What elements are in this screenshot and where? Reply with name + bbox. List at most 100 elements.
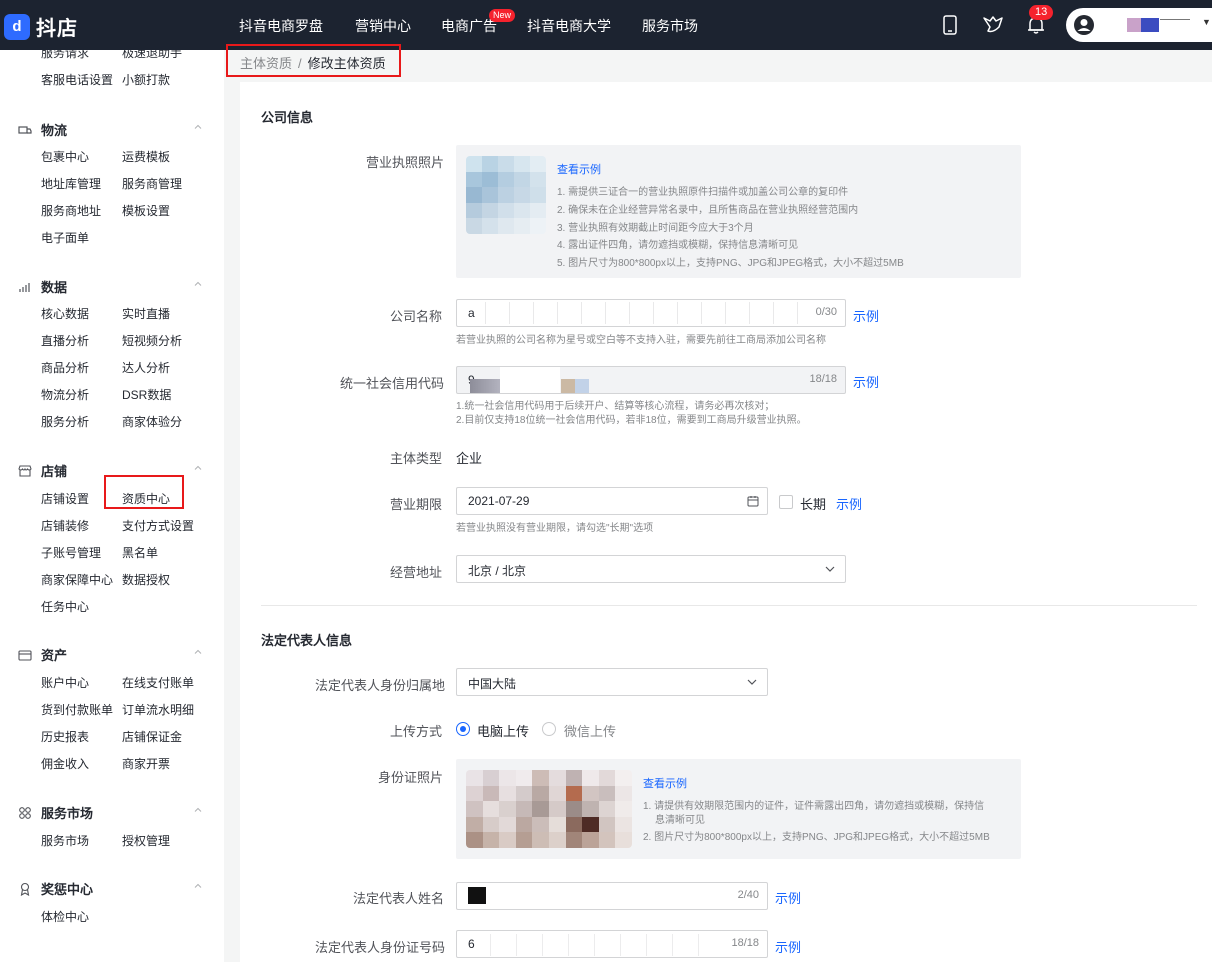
- long-term-checkbox[interactable]: [779, 495, 793, 509]
- chevron-up-icon[interactable]: [193, 647, 203, 657]
- sidebar-group-reward[interactable]: 奖惩中心: [18, 879, 93, 898]
- sidebar-group-shop[interactable]: 店铺: [18, 461, 67, 480]
- chevron-up-icon[interactable]: [193, 122, 203, 132]
- sidebar-item[interactable]: 运费模板: [122, 148, 170, 165]
- username-blur: [1127, 18, 1141, 32]
- address-select[interactable]: 北京 / 北京: [456, 555, 846, 583]
- sidebar-item[interactable]: 商家体验分: [122, 413, 182, 430]
- sidebar-group-assets[interactable]: 资产: [18, 645, 67, 664]
- nav-compass[interactable]: 抖音电商罗盘: [239, 16, 323, 36]
- sidebar-item[interactable]: 黑名单: [122, 544, 158, 561]
- sidebar-item[interactable]: 体检中心: [41, 908, 89, 925]
- chevron-up-icon[interactable]: [193, 279, 203, 289]
- sidebar-item[interactable]: 模板设置: [122, 202, 170, 219]
- sidebar-group-data[interactable]: 数据: [18, 277, 67, 296]
- nav-ads[interactable]: 电商广告: [441, 16, 497, 36]
- nav-service-market[interactable]: 服务市场: [642, 16, 698, 36]
- sidebar-item[interactable]: 服务市场: [41, 832, 89, 849]
- sidebar-item[interactable]: 历史报表: [41, 728, 89, 745]
- bird-icon[interactable]: [981, 13, 1005, 37]
- id-number-example-link[interactable]: 示例: [775, 937, 801, 956]
- calendar-icon[interactable]: [747, 495, 759, 507]
- legal-name-input[interactable]: 2/40: [456, 882, 768, 910]
- sidebar-item[interactable]: 服务分析: [41, 413, 89, 430]
- wallet-icon: [18, 648, 32, 662]
- sidebar-item[interactable]: 包裹中心: [41, 148, 89, 165]
- credit-code-hint: 1.统一社会信用代码用于后续开户、结算等核心流程，请务必再次核对；: [456, 401, 775, 412]
- sidebar-item[interactable]: 短视频分析: [122, 332, 182, 349]
- sidebar-item[interactable]: 电子面单: [41, 229, 89, 246]
- upload-wechat-radio[interactable]: [542, 722, 556, 736]
- sidebar-item[interactable]: 物流分析: [41, 386, 89, 403]
- address-label: 经营地址: [390, 565, 443, 580]
- avatar-icon[interactable]: [1073, 14, 1095, 36]
- sidebar-group-logistics[interactable]: 物流: [18, 120, 67, 139]
- chevron-up-icon[interactable]: [193, 805, 203, 815]
- sidebar-item[interactable]: 商品分析: [41, 359, 89, 376]
- sidebar-item[interactable]: 在线支付账单: [122, 674, 194, 691]
- upload-pc-radio[interactable]: [456, 722, 470, 736]
- license-example-link[interactable]: 查看示例: [557, 161, 601, 177]
- sidebar-item[interactable]: 地址库管理: [41, 175, 101, 192]
- sidebar-item[interactable]: 核心数据: [41, 305, 89, 322]
- business-period-example-link[interactable]: 示例: [836, 494, 862, 513]
- sidebar-item[interactable]: 达人分析: [122, 359, 170, 376]
- section-title-legal: 法定代表人信息: [261, 633, 353, 648]
- id-photo-thumbnail[interactable]: [466, 770, 632, 848]
- sidebar-item[interactable]: 商家保障中心: [41, 571, 113, 588]
- id-photo-label: 身份证照片: [378, 770, 444, 785]
- redacted-text: [475, 302, 805, 324]
- sidebar-item[interactable]: 订单流水明细: [122, 701, 194, 718]
- sidebar-item[interactable]: 服务请求: [41, 50, 89, 61]
- long-term-label[interactable]: 长期: [800, 494, 826, 513]
- nav-marketing[interactable]: 营销中心: [355, 16, 411, 36]
- sidebar-item[interactable]: 货到付款账单: [41, 701, 113, 718]
- sidebar-item[interactable]: 店铺设置: [41, 490, 89, 507]
- license-hint: 3. 营业执照有效期截止时间距今应大于3个月: [557, 223, 754, 234]
- upload-wechat-label[interactable]: 微信上传: [564, 721, 616, 740]
- nav-university[interactable]: 抖音电商大学: [527, 16, 611, 36]
- chevron-down-icon: [825, 566, 835, 572]
- sidebar-item[interactable]: 账户中心: [41, 674, 89, 691]
- sidebar-item[interactable]: 子账号管理: [41, 544, 101, 561]
- sidebar-item[interactable]: 实时直播: [122, 305, 170, 322]
- sidebar-item[interactable]: 客服电话设置: [41, 71, 113, 88]
- region-select[interactable]: 中国大陆: [456, 668, 768, 696]
- sidebar-item[interactable]: 店铺装修: [41, 517, 89, 534]
- sidebar-item[interactable]: 直播分析: [41, 332, 89, 349]
- redacted-text: [468, 887, 486, 904]
- sidebar-item[interactable]: 商家开票: [122, 755, 170, 772]
- caret-down-icon[interactable]: ▼: [1202, 17, 1211, 27]
- sidebar-item[interactable]: 任务中心: [41, 598, 89, 615]
- license-hint: 1. 需提供三证合一的营业执照原件扫描件或加盖公司公章的复印件: [557, 187, 849, 198]
- sidebar-item[interactable]: DSR数据: [122, 386, 171, 403]
- logo[interactable]: d 抖店: [4, 12, 78, 41]
- sidebar-item[interactable]: 支付方式设置: [122, 517, 194, 534]
- business-period-label: 营业期限: [390, 497, 443, 512]
- sidebar-item[interactable]: 小额打款: [122, 71, 170, 88]
- credit-code-example-link[interactable]: 示例: [853, 372, 879, 391]
- sidebar-item[interactable]: 授权管理: [122, 832, 170, 849]
- char-count: 18/18: [731, 937, 759, 949]
- phone-icon[interactable]: [938, 13, 962, 37]
- chevron-up-icon[interactable]: [193, 463, 203, 473]
- sidebar-item[interactable]: 极速退助手: [122, 50, 182, 61]
- sidebar-item[interactable]: 佣金收入: [41, 755, 89, 772]
- sidebar-item[interactable]: 数据授权: [122, 571, 170, 588]
- redacted-text: [500, 367, 560, 393]
- notification-count: 13: [1029, 5, 1054, 20]
- id-example-link[interactable]: 查看示例: [643, 775, 687, 791]
- sidebar-item[interactable]: 服务商管理: [122, 175, 182, 192]
- business-period-date-input[interactable]: 2021-07-29: [456, 487, 768, 515]
- license-thumbnail[interactable]: [466, 156, 546, 234]
- company-name-example-link[interactable]: 示例: [853, 306, 879, 325]
- username-blur: [1141, 18, 1159, 32]
- license-label: 营业执照照片: [366, 155, 445, 170]
- sidebar-item[interactable]: 服务商地址: [41, 202, 101, 219]
- sidebar-item[interactable]: 店铺保证金: [122, 728, 182, 745]
- legal-name-example-link[interactable]: 示例: [775, 888, 801, 907]
- upload-pc-label[interactable]: 电脑上传: [477, 721, 529, 740]
- chevron-up-icon[interactable]: [193, 881, 203, 891]
- sidebar-group-service-market[interactable]: 服务市场: [18, 803, 93, 822]
- char-count: 0/30: [815, 306, 837, 318]
